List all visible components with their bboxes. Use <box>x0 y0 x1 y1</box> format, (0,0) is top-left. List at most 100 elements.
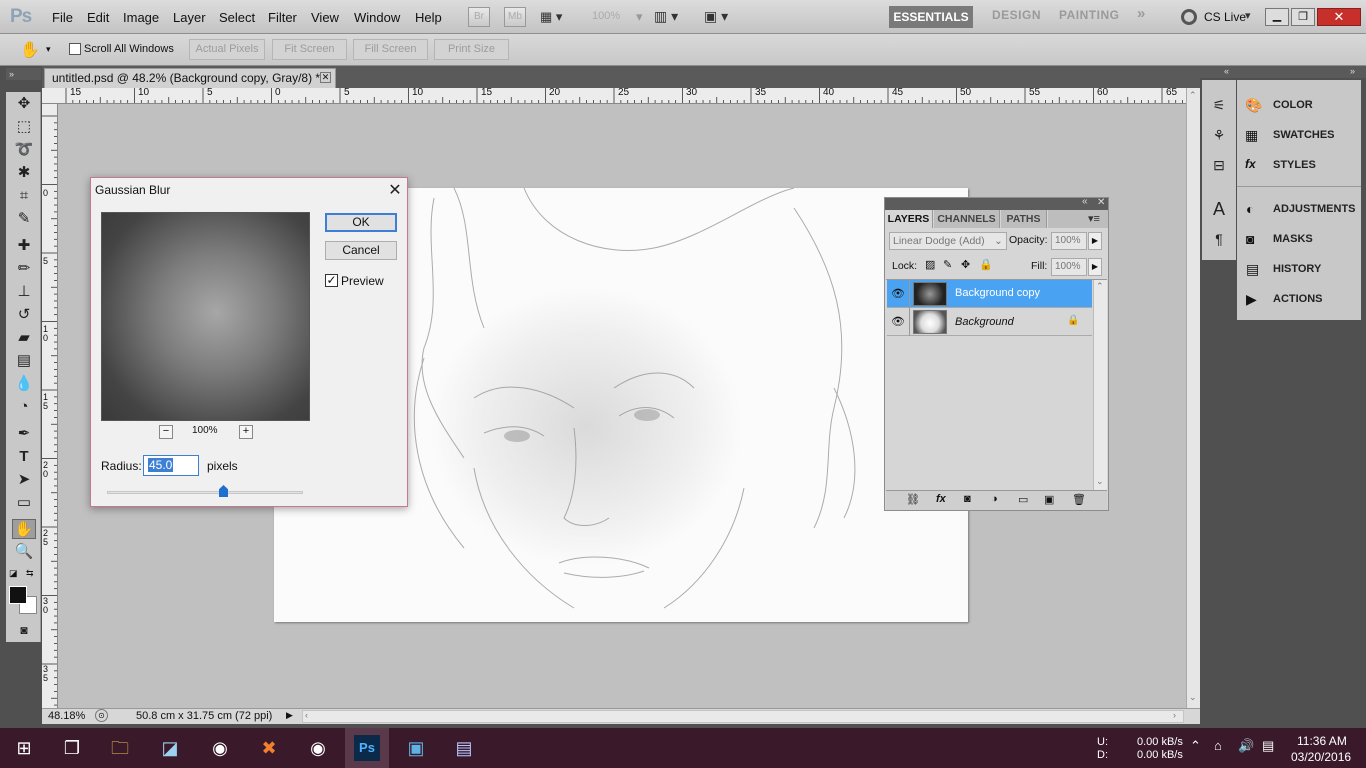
brush-tool-icon[interactable]: ✏ <box>12 259 36 279</box>
preview-checkbox[interactable]: ✓ <box>325 274 338 287</box>
chevron-down-icon[interactable]: ▾ <box>46 44 51 55</box>
status-menu-arrow-icon[interactable]: ▶ <box>286 710 293 721</box>
scroll-right-icon[interactable]: › <box>1173 710 1176 720</box>
eye-icon[interactable]: 👁 <box>890 286 906 302</box>
network-app-icon[interactable]: ▤ <box>448 732 480 764</box>
layers-scrollbar[interactable]: ⌃ ⌄ <box>1093 280 1107 492</box>
tool-preset-icon[interactable]: ⊟ <box>1205 152 1233 178</box>
notifications-icon[interactable]: ▤ <box>1262 738 1274 754</box>
lock-image-icon[interactable]: ✎ <box>943 258 952 271</box>
menu-layer[interactable]: Layer <box>173 10 206 25</box>
blur-preview-pane[interactable] <box>101 212 310 421</box>
actions-icon[interactable]: ▶ <box>1246 291 1257 308</box>
adjustment-layer-icon[interactable]: ◑ <box>991 493 998 505</box>
workspace-essentials[interactable]: ESSENTIALS <box>889 6 973 28</box>
layer-style-icon[interactable]: fx <box>936 493 946 505</box>
xampp-icon[interactable]: ✖ <box>253 732 285 764</box>
dodge-tool-icon[interactable]: ◔ <box>12 397 36 417</box>
print-size-button[interactable]: Print Size <box>434 39 509 60</box>
new-layer-icon[interactable]: ▣ <box>1044 493 1054 506</box>
document-tab[interactable]: untitled.psd @ 48.2% (Background copy, G… <box>44 68 336 88</box>
file-explorer-icon[interactable]: 🗀 <box>104 732 136 764</box>
chevron-up-icon[interactable]: ⌃ <box>1190 738 1201 754</box>
volume-icon[interactable]: 🔊 <box>1238 738 1254 754</box>
menu-select[interactable]: Select <box>219 10 255 25</box>
task-view-icon[interactable]: ❐ <box>56 732 88 764</box>
history-brush-tool-icon[interactable]: ↺ <box>12 305 36 325</box>
workspace-design[interactable]: DESIGN <box>992 8 1041 22</box>
scroll-all-windows-checkbox[interactable] <box>69 43 81 55</box>
fill-screen-button[interactable]: Fill Screen <box>353 39 428 60</box>
hand-tool-icon[interactable]: ✋ <box>20 40 40 60</box>
chrome-user-icon[interactable]: ◉ <box>302 732 334 764</box>
character-icon[interactable]: A <box>1205 196 1233 222</box>
mini-bridge-button[interactable]: Mb <box>504 7 526 27</box>
opacity-arrow-icon[interactable]: ▶ <box>1088 232 1102 250</box>
close-icon[interactable]: ✕ <box>1317 8 1361 26</box>
radius-input[interactable]: 45.0 <box>143 455 199 476</box>
move-tool-icon[interactable]: ✥ <box>12 94 36 114</box>
layer-name[interactable]: Background copy <box>955 287 1040 299</box>
type-tool-icon[interactable]: T <box>12 447 36 467</box>
minimize-icon[interactable]: ▁ <box>1265 8 1289 26</box>
clone-stamp-tool-icon[interactable]: ⊥ <box>12 282 36 302</box>
zoom-tool-icon[interactable]: 🔍 <box>12 542 36 562</box>
dock-styles[interactable]: STYLES <box>1273 159 1316 171</box>
scroll-up-icon[interactable]: ⌃ <box>1189 90 1197 101</box>
screen-mode-icon[interactable]: ▣ ▾ <box>704 8 728 25</box>
menu-image[interactable]: Image <box>123 10 159 25</box>
menu-filter[interactable]: Filter <box>268 10 297 25</box>
lock-position-icon[interactable]: ✥ <box>961 258 970 271</box>
dock-masks[interactable]: MASKS <box>1273 233 1313 245</box>
zoom-out-button[interactable]: − <box>159 425 173 439</box>
cs-live-menu[interactable]: CS Live <box>1204 10 1246 24</box>
fill-input[interactable]: 100% <box>1051 258 1087 276</box>
trash-icon[interactable]: 🗑 <box>1072 493 1086 506</box>
brush-preset-icon[interactable]: ⚟ <box>1205 92 1233 118</box>
menu-help[interactable]: Help <box>415 10 442 25</box>
canvas-vertical-scrollbar[interactable]: ⌃ ⌄ <box>1186 88 1200 708</box>
paragraph-icon[interactable]: ¶ <box>1205 226 1233 252</box>
workspace-more-icon[interactable]: » <box>1137 5 1146 22</box>
ok-button[interactable]: OK <box>325 213 397 232</box>
zoom-percentage[interactable]: 48.18% <box>48 710 85 722</box>
clock-date[interactable]: 03/20/2016 <box>1291 750 1351 764</box>
color-icon[interactable]: 🎨 <box>1245 97 1262 114</box>
layer-row-background[interactable]: 👁 Background 🔒 <box>887 308 1092 336</box>
close-icon[interactable]: ✕ <box>385 180 405 200</box>
chrome-icon[interactable]: ◉ <box>204 732 236 764</box>
panel-menu-icon[interactable]: ▾≡ <box>1088 212 1100 225</box>
workspace-painting[interactable]: PAINTING <box>1059 8 1119 22</box>
dock-history[interactable]: HISTORY <box>1273 263 1321 275</box>
tab-layers[interactable]: LAYERS <box>885 210 933 228</box>
lock-transparent-icon[interactable]: ▨ <box>925 258 935 271</box>
lasso-tool-icon[interactable]: ➰ <box>12 140 36 160</box>
dock-swatches[interactable]: SWATCHES <box>1273 129 1335 141</box>
new-group-icon[interactable]: ▭ <box>1018 493 1028 506</box>
scroll-down-icon[interactable]: ⌄ <box>1189 692 1197 703</box>
expand-icon[interactable]: » <box>1350 66 1355 76</box>
menu-view[interactable]: View <box>311 10 339 25</box>
control-panel-icon[interactable]: ▣ <box>400 732 432 764</box>
hand-tool-icon[interactable]: ✋ <box>12 519 36 539</box>
tab-paths[interactable]: PATHS <box>1001 210 1047 228</box>
layer-name[interactable]: Background <box>955 316 1014 328</box>
collapse-icon[interactable]: « <box>1224 66 1229 76</box>
spot-healing-tool-icon[interactable]: ✚ <box>12 236 36 256</box>
eyedropper-tool-icon[interactable]: ✎ <box>12 209 36 229</box>
radius-slider-thumb[interactable] <box>219 485 228 497</box>
quick-mask-icon[interactable]: ◙ <box>12 620 36 640</box>
masks-icon[interactable]: ◙ <box>1246 231 1254 247</box>
crop-tool-icon[interactable]: ⌗ <box>12 186 36 206</box>
swatches-icon[interactable]: ▦ <box>1245 127 1258 144</box>
history-icon[interactable]: ▤ <box>1246 261 1259 278</box>
lock-all-icon[interactable]: 🔒 <box>979 258 993 271</box>
eraser-tool-icon[interactable]: ▰ <box>12 328 36 348</box>
clone-source-icon[interactable]: ⚘ <box>1205 122 1233 148</box>
pen-tool-icon[interactable]: ✒ <box>12 424 36 444</box>
tab-channels[interactable]: CHANNELS <box>934 210 1000 228</box>
scroll-up-icon[interactable]: ⌃ <box>1096 281 1104 292</box>
radius-slider-track[interactable] <box>107 491 303 494</box>
layer-row-background-copy[interactable]: 👁 Background copy <box>887 280 1092 308</box>
link-layers-icon[interactable]: ⛓ <box>906 493 920 506</box>
